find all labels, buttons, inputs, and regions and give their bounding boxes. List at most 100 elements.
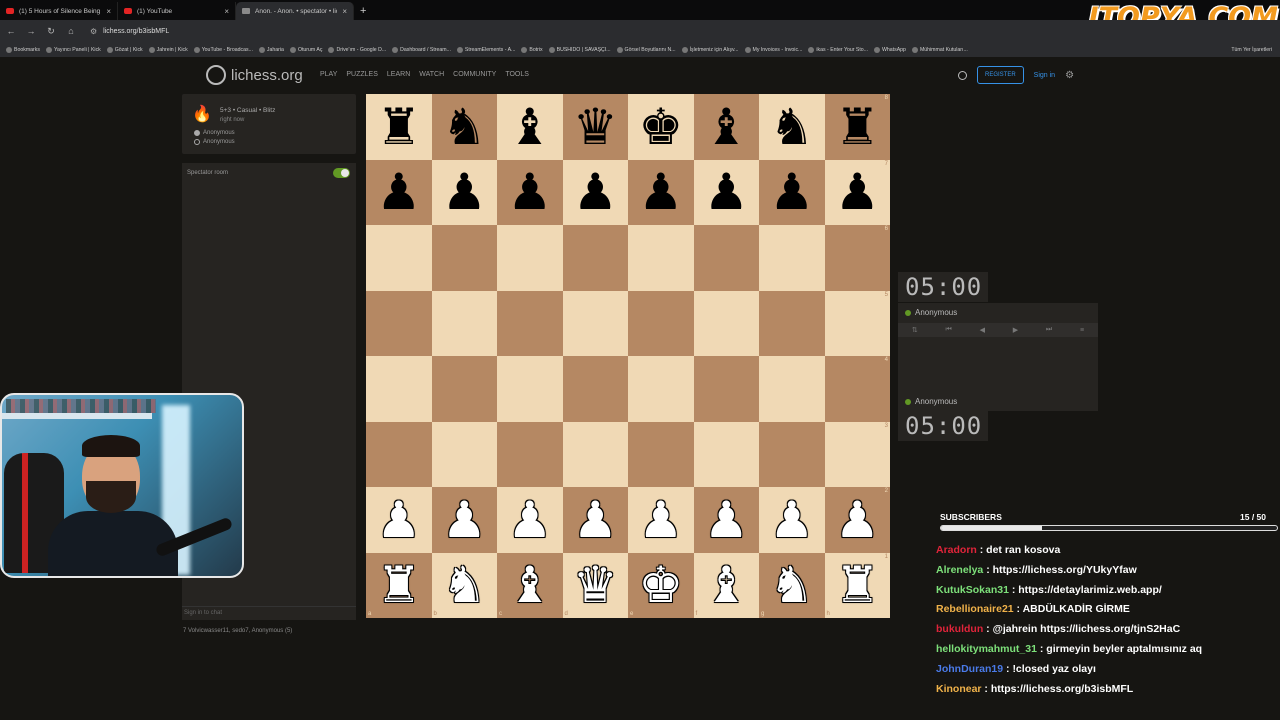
nav-puzzles[interactable]: PUZZLES	[346, 71, 378, 78]
board-square[interactable]	[366, 225, 432, 291]
search-icon[interactable]	[958, 70, 967, 80]
white-piece[interactable]: ♟	[507, 495, 552, 545]
board-square[interactable]: ♛ d	[562, 552, 628, 618]
bookmark-item[interactable]: WhatsApp	[874, 46, 906, 53]
board-square[interactable]: ♟ 7	[824, 159, 890, 225]
nav-watch[interactable]: WATCH	[419, 71, 444, 78]
white-piece[interactable]: ♛	[573, 560, 618, 610]
board-square[interactable]: 3	[824, 421, 890, 487]
close-icon[interactable]: ×	[342, 7, 347, 16]
bookmark-item[interactable]: BUSHIDO | SAVAŞÇI...	[548, 46, 611, 53]
board-square[interactable]	[693, 356, 759, 422]
board-square[interactable]	[759, 421, 825, 487]
black-piece[interactable]: ♞	[442, 102, 487, 152]
board-square[interactable]	[693, 225, 759, 291]
board-square[interactable]	[628, 225, 694, 291]
white-piece[interactable]: ♟	[376, 495, 421, 545]
white-piece[interactable]: ♞	[442, 560, 487, 610]
board-square[interactable]: ♜ 1 h	[824, 552, 890, 618]
lichess-logo[interactable]: lichess.org	[206, 65, 303, 85]
first-move-icon[interactable]: ⏮	[946, 326, 952, 334]
board-square[interactable]: ♟	[366, 159, 432, 225]
board-square[interactable]	[562, 225, 628, 291]
board-square[interactable]: ♟	[628, 159, 694, 225]
bottom-player[interactable]: Anonymous	[905, 397, 957, 406]
white-piece[interactable]: ♟	[573, 495, 618, 545]
nav-community[interactable]: COMMUNITY	[453, 71, 496, 78]
white-piece[interactable]: ♟	[442, 495, 487, 545]
board-square[interactable]	[628, 421, 694, 487]
black-piece[interactable]: ♞	[769, 102, 814, 152]
bookmark-item[interactable]: İşletmeniz için Alışv...	[681, 46, 739, 53]
forward-icon[interactable]: →	[26, 26, 36, 36]
chat-input[interactable]: Sign in to chat	[182, 606, 356, 620]
white-piece[interactable]: ♟	[704, 495, 749, 545]
board-square[interactable]: ♝ c	[497, 552, 563, 618]
board-square[interactable]: ♟	[366, 487, 432, 553]
board-square[interactable]: 4	[824, 356, 890, 422]
board-square[interactable]	[562, 356, 628, 422]
board-square[interactable]	[366, 290, 432, 356]
black-piece[interactable]: ♟	[442, 167, 487, 217]
black-piece[interactable]: ♟	[835, 167, 880, 217]
board-square[interactable]	[497, 421, 563, 487]
board-square[interactable]: ♚	[628, 94, 694, 160]
board-square[interactable]	[562, 290, 628, 356]
board-square[interactable]: ♟	[497, 487, 563, 553]
bookmark-item[interactable]: Bookmarks	[6, 46, 40, 53]
board-square[interactable]	[693, 421, 759, 487]
new-tab-icon[interactable]: +	[360, 5, 366, 20]
board-square[interactable]: ♟ 2	[824, 487, 890, 553]
top-player[interactable]: Anonymous	[905, 308, 957, 317]
black-piece[interactable]: ♜	[835, 102, 880, 152]
bookmark-item[interactable]: Gözat | Kick	[106, 46, 143, 53]
board-square[interactable]: ♛	[562, 94, 628, 160]
board-square[interactable]	[497, 356, 563, 422]
black-piece[interactable]: ♟	[507, 167, 552, 217]
url-field[interactable]: ⚙ lichess.org/b3isbMFL	[90, 27, 169, 36]
bookmark-item[interactable]: Botrix	[521, 46, 543, 53]
board-square[interactable]: ♜ 8	[824, 94, 890, 160]
white-piece[interactable]: ♝	[704, 560, 749, 610]
board-square[interactable]	[431, 290, 497, 356]
board-square[interactable]	[366, 421, 432, 487]
gear-icon[interactable]: ⚙	[1065, 70, 1074, 81]
bookmark-item[interactable]: Dashboard / Stream...	[392, 46, 451, 53]
bookmark-item[interactable]: Jahrein | Kick	[148, 46, 188, 53]
board-square[interactable]: ♞ g	[759, 552, 825, 618]
board-square[interactable]: ♝	[497, 94, 563, 160]
close-icon[interactable]: ×	[224, 7, 229, 16]
board-square[interactable]: ♞	[759, 94, 825, 160]
nav-learn[interactable]: LEARN	[387, 71, 410, 78]
board-square[interactable]	[628, 356, 694, 422]
next-move-icon[interactable]: ▶	[1013, 326, 1018, 334]
browser-tab[interactable]: (1) 5 Hours of Silence Being Ra ×	[0, 2, 118, 20]
board-square[interactable]: ♟	[497, 159, 563, 225]
bookmark-item[interactable]: Yayıncı Paneli | Kick	[45, 46, 101, 53]
board-square[interactable]: 5	[824, 290, 890, 356]
board-square[interactable]	[759, 225, 825, 291]
bookmark-item[interactable]: Oturum Aç	[289, 46, 322, 53]
board-square[interactable]	[366, 356, 432, 422]
black-player[interactable]: Anonymous	[194, 139, 235, 145]
black-piece[interactable]: ♟	[638, 167, 683, 217]
menu-icon[interactable]: ≡	[1080, 327, 1084, 334]
black-piece[interactable]: ♝	[507, 102, 552, 152]
last-move-icon[interactable]: ⏭	[1046, 326, 1052, 334]
register-button[interactable]: REGISTER	[977, 66, 1024, 84]
sign-in-link[interactable]: Sign in	[1034, 72, 1055, 79]
flip-board-icon[interactable]: ⇅	[912, 326, 918, 334]
home-icon[interactable]: ⌂	[66, 26, 76, 36]
bookmark-item[interactable]: Görsel Boyutlarını N...	[616, 46, 676, 53]
all-bookmarks[interactable]: Tüm Yer İşaretleri	[1231, 47, 1280, 53]
board-square[interactable]	[759, 356, 825, 422]
white-piece[interactable]: ♟	[638, 495, 683, 545]
bookmark-item[interactable]: StreamElements - A...	[456, 46, 515, 53]
back-icon[interactable]: ←	[6, 26, 16, 36]
board-square[interactable]	[431, 356, 497, 422]
board-square[interactable]	[431, 225, 497, 291]
board-square[interactable]	[562, 421, 628, 487]
board-square[interactable]	[693, 290, 759, 356]
board-square[interactable]: ♟	[759, 487, 825, 553]
nav-tools[interactable]: TOOLS	[505, 71, 529, 78]
